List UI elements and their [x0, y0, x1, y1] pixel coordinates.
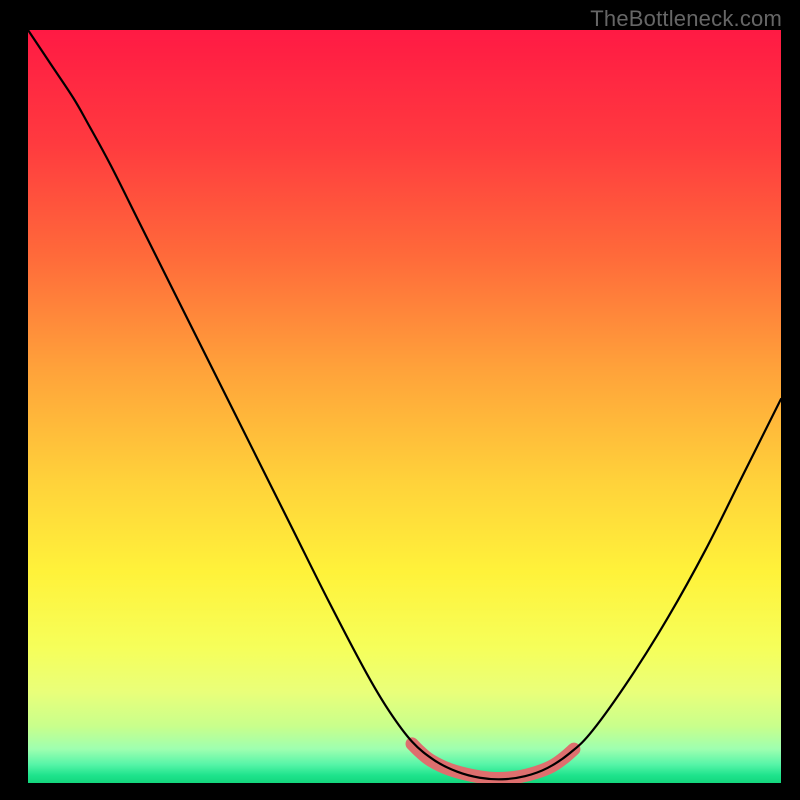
- plot-area: [28, 30, 781, 783]
- chart-container: TheBottleneck.com: [0, 0, 800, 800]
- gradient-background: [28, 30, 781, 783]
- watermark-text: TheBottleneck.com: [590, 6, 782, 32]
- chart-svg: [28, 30, 781, 783]
